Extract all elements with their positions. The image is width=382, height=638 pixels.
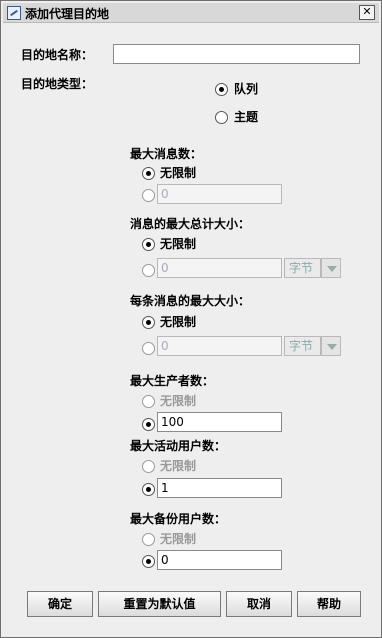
reset-defaults-button[interactable]: 重置为默认值 <box>98 591 221 617</box>
max-active-consumers-unlimited-label: 无限制 <box>160 459 197 473</box>
title-bar[interactable]: 添加代理目的地 ✕ <box>3 3 379 23</box>
max-total-size-input[interactable] <box>157 258 282 278</box>
max-total-size-limit-radio[interactable] <box>142 264 155 277</box>
max-backup-consumers-label: 最大备份用户数： <box>130 512 227 526</box>
max-total-size-label: 消息的最大总计大小： <box>130 217 251 231</box>
max-backup-consumers-limit-radio[interactable] <box>142 555 155 568</box>
max-message-size-unlimited-label: 无限制 <box>160 315 197 329</box>
max-backup-consumers-input[interactable] <box>157 550 282 570</box>
max-backup-consumers-unlimited-label: 无限制 <box>160 532 197 546</box>
destination-name-input[interactable] <box>113 44 360 64</box>
max-messages-unlimited-radio[interactable] <box>142 167 155 180</box>
type-queue-radio[interactable] <box>215 83 228 96</box>
max-message-size-label: 每条消息的最大大小： <box>130 294 251 308</box>
max-backup-consumers-unlimited-radio[interactable] <box>142 533 155 546</box>
max-total-size-unlimited-label: 无限制 <box>160 237 197 251</box>
destination-type-label: 目的地类型： <box>21 77 94 91</box>
max-messages-label: 最大消息数： <box>130 147 203 161</box>
max-producers-unlimited-radio[interactable] <box>142 395 155 408</box>
max-messages-input[interactable] <box>157 184 282 204</box>
chevron-down-icon[interactable] <box>321 336 341 356</box>
app-icon <box>7 6 21 20</box>
max-producers-unlimited-label: 无限制 <box>160 394 197 408</box>
max-producers-input[interactable] <box>157 412 282 432</box>
max-messages-limit-radio[interactable] <box>142 189 155 202</box>
max-total-size-unlimited-radio[interactable] <box>142 238 155 251</box>
max-message-size-unlimited-radio[interactable] <box>142 316 155 329</box>
type-topic-label: 主题 <box>234 110 259 124</box>
max-message-size-unit-select[interactable]: 字节 <box>284 336 321 356</box>
close-button[interactable]: ✕ <box>359 5 375 20</box>
max-message-size-input[interactable] <box>157 336 282 356</box>
max-active-consumers-unlimited-radio[interactable] <box>142 460 155 473</box>
max-active-consumers-input[interactable] <box>157 478 282 498</box>
max-message-size-limit-radio[interactable] <box>142 342 155 355</box>
max-producers-label: 最大生产者数： <box>130 374 215 388</box>
window-title: 添加代理目的地 <box>25 7 110 21</box>
cancel-button[interactable]: 取消 <box>226 591 292 617</box>
ok-button[interactable]: 确定 <box>27 591 93 617</box>
chevron-down-icon[interactable] <box>321 258 341 278</box>
max-messages-unlimited-label: 无限制 <box>160 166 197 180</box>
type-queue-label: 队列 <box>234 82 259 96</box>
max-total-size-unit-select[interactable]: 字节 <box>284 258 321 278</box>
max-active-consumers-limit-radio[interactable] <box>142 483 155 496</box>
type-topic-radio[interactable] <box>215 111 228 124</box>
max-producers-limit-radio[interactable] <box>142 418 155 431</box>
max-active-consumers-label: 最大活动用户数： <box>130 439 227 453</box>
destination-name-label: 目的地名称： <box>21 48 94 62</box>
help-button[interactable]: 帮助 <box>297 591 361 617</box>
add-broker-destination-dialog: 添加代理目的地 ✕ 目的地名称： 目的地类型： 队列 主题 最大消息数： 无限制… <box>0 0 382 638</box>
